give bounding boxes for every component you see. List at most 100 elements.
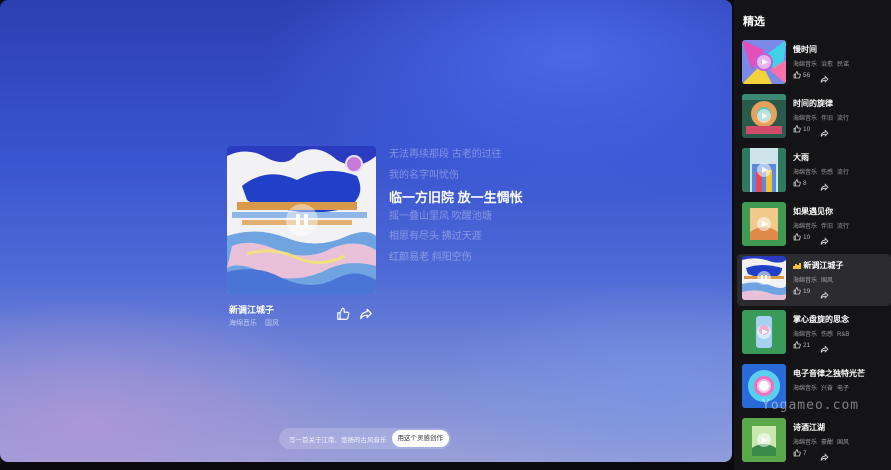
like-number: 56: [803, 71, 811, 79]
lyrics-panel: 无法再续那段 古老的过往 我的名字叫忧伤 临一方旧院 放一生惆怅 摇一叠山里风 …: [389, 148, 523, 271]
like-count[interactable]: 10: [793, 233, 810, 241]
lyric-line: 红颜易老 斜阳空伤: [389, 251, 472, 263]
play-icon: [757, 433, 771, 447]
item-title: 时间的旋律: [793, 99, 833, 108]
item-title-text: 新调江城子: [803, 261, 844, 270]
song-tags: 海绵音乐 国风: [229, 318, 285, 328]
item-tag: 海绵音乐: [793, 440, 818, 446]
item-tag: 伤感: [821, 170, 834, 176]
use-inspiration-button[interactable]: 用这个灵感创作: [391, 430, 449, 447]
item-title: 大雨: [793, 153, 809, 162]
play-icon: [757, 163, 771, 177]
share-icon[interactable]: [820, 341, 829, 359]
pause-button[interactable]: [286, 204, 318, 236]
thumbs-up-icon: [793, 125, 801, 133]
song-thumbnail[interactable]: [742, 256, 786, 300]
song-thumbnail[interactable]: [742, 202, 786, 246]
item-tag: 流行: [837, 224, 850, 230]
item-tag: 民谣: [837, 62, 850, 68]
item-tag: 海绵音乐: [793, 386, 818, 392]
thumbs-up-icon: [793, 233, 801, 241]
item-tag: 兴奋: [821, 386, 834, 392]
share-icon[interactable]: [820, 233, 829, 251]
like-count[interactable]: 19: [793, 287, 810, 295]
item-title: 掌心盘旋的思念: [793, 315, 849, 324]
like-count[interactable]: 8: [793, 179, 807, 187]
featured-item-active[interactable]: 新调江城子 海绵音乐 国风 19: [737, 254, 891, 306]
thumbs-up-icon: [793, 71, 801, 79]
share-icon[interactable]: [820, 125, 829, 143]
featured-item[interactable]: 如果遇见你 海绵音乐 伴旧 流行 10: [737, 200, 891, 252]
like-count[interactable]: 7: [793, 449, 807, 457]
panel-title: 精选: [743, 16, 765, 28]
item-tag: 治愈: [821, 62, 834, 68]
share-icon[interactable]: [820, 179, 829, 197]
song-thumbnail[interactable]: [742, 418, 786, 462]
featured-item[interactable]: 慢时间 海绵音乐 治愈 民谣 56: [737, 38, 891, 90]
pause-icon: [757, 271, 771, 285]
play-icon: [757, 109, 771, 123]
song-thumbnail[interactable]: [742, 148, 786, 192]
lyric-line: 相思有尽头 拂过天涯: [389, 231, 482, 242]
item-tag: 国风: [837, 440, 850, 446]
lyric-line: 无法再续那段 古老的过往: [389, 149, 502, 160]
song-tag[interactable]: 海绵音乐: [229, 320, 257, 327]
item-title: 新调江城子: [793, 260, 843, 271]
item-tag: R&B: [837, 332, 850, 338]
item-title: 慢时间: [793, 45, 817, 54]
like-number: 7: [803, 449, 807, 457]
item-tags: 海绵音乐 伴旧 流行: [793, 113, 853, 122]
player-stage: 新调江城子 海绵音乐 国风 无法再续那段 古老的过往 我的名字叫忧伤 临一方旧院…: [0, 0, 732, 462]
item-tag: 海绵音乐: [793, 224, 818, 230]
play-icon: [757, 325, 771, 339]
share-icon[interactable]: [359, 307, 373, 321]
item-title: 如果遇见你: [793, 207, 833, 216]
item-title: 诗酒江湖: [793, 423, 825, 432]
play-icon: [757, 379, 771, 393]
like-number: 10: [803, 125, 811, 133]
like-number: 8: [803, 179, 807, 187]
song-tag[interactable]: 国风: [265, 320, 279, 327]
prompt-text: 写一首关于江南、悠扬的古风音乐: [289, 436, 387, 444]
share-icon[interactable]: [820, 71, 829, 89]
like-count[interactable]: 21: [793, 341, 810, 349]
featured-item[interactable]: 时间的旋律 海绵音乐 伴旧 流行 10: [737, 92, 891, 144]
pause-icon: [296, 213, 300, 227]
like-count[interactable]: 10: [793, 125, 810, 133]
item-tag: 海绵音乐: [793, 332, 818, 338]
play-icon: [757, 55, 771, 69]
equalizer-icon: [793, 262, 801, 271]
item-tags: 海绵音乐 伤感 R&B: [793, 329, 853, 338]
featured-item[interactable]: 大雨 海绵音乐 伤感 流行 8: [737, 146, 891, 198]
item-tag: 伴旧: [821, 116, 834, 122]
song-title: 新调江城子: [229, 305, 275, 315]
thumbs-up-icon: [793, 341, 801, 349]
album-cover[interactable]: [227, 146, 376, 294]
share-icon[interactable]: [820, 287, 829, 305]
inspiration-prompt: 写一首关于江南、悠扬的古风音乐 用这个灵感创作: [279, 428, 451, 449]
lyric-line-current: 临一方旧院 放一生惆怅: [389, 190, 523, 205]
featured-item[interactable]: 掌心盘旋的思念 海绵音乐 伤感 R&B 21: [737, 308, 891, 360]
item-tag: 海绵音乐: [793, 278, 818, 284]
item-tag: 海绵音乐: [793, 170, 818, 176]
item-tag: 海绵音乐: [793, 116, 818, 122]
item-tags: 海绵音乐 国风: [793, 275, 837, 284]
share-icon[interactable]: [820, 449, 829, 467]
song-thumbnail[interactable]: [742, 310, 786, 354]
item-title: 电子音律之独特光芒: [793, 369, 865, 378]
item-tags: 海绵音乐 伴旧 流行: [793, 221, 853, 230]
thumbs-up-icon[interactable]: [336, 307, 350, 321]
item-tag: 伴旧: [821, 224, 834, 230]
item-tag: 流行: [837, 116, 850, 122]
song-thumbnail[interactable]: [742, 94, 786, 138]
featured-item[interactable]: 诗酒江湖 海绵音乐 豪酣 国风 7: [737, 416, 891, 468]
item-tag: 伤感: [821, 332, 834, 338]
like-count[interactable]: 56: [793, 71, 810, 79]
like-number: 10: [803, 233, 811, 241]
lyric-line: 摇一叠山里风 吹醒池塘: [389, 210, 492, 222]
item-tags: 海绵音乐 伤感 流行: [793, 167, 853, 176]
song-thumbnail[interactable]: [742, 40, 786, 84]
item-tags: 海绵音乐 豪酣 国风: [793, 437, 853, 446]
like-number: 19: [803, 287, 811, 295]
thumbs-up-icon: [793, 287, 801, 295]
